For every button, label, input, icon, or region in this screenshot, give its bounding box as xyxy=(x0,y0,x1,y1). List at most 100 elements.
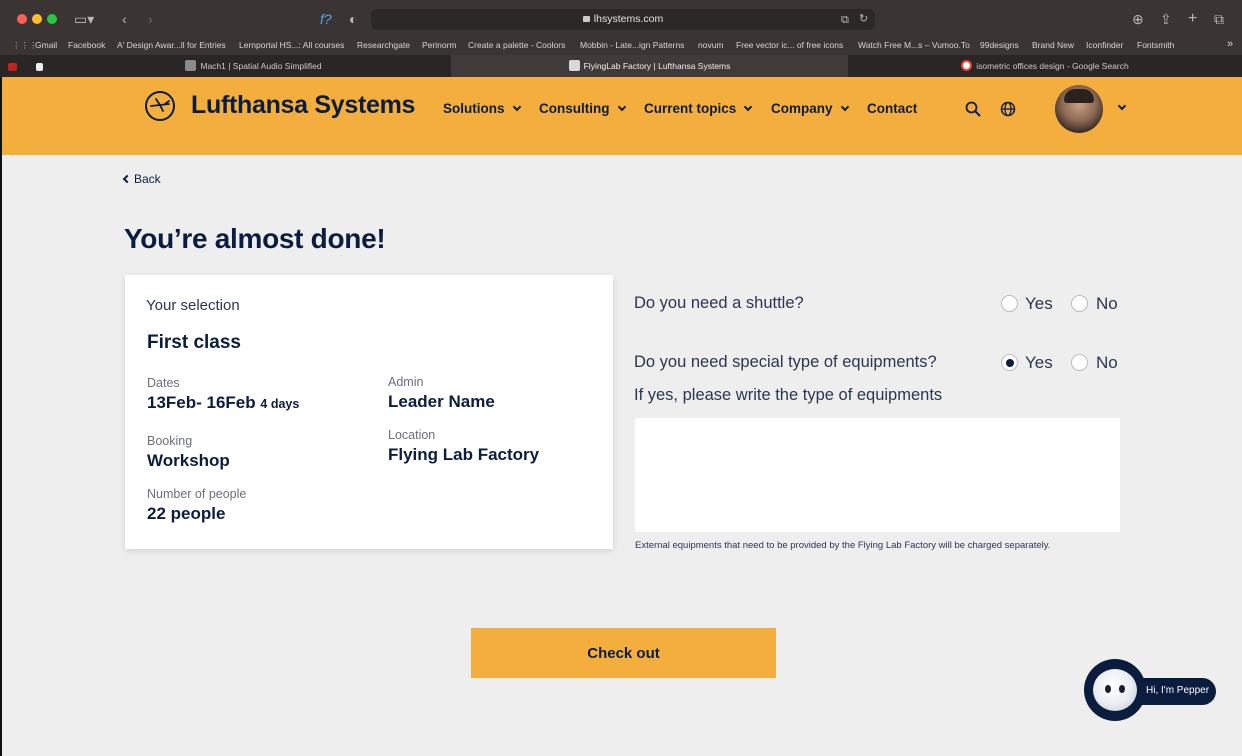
back-link[interactable]: Back xyxy=(122,172,161,186)
shuttle-question: Do you need a shuttle? xyxy=(634,294,804,312)
back-arrow-icon[interactable]: ‹ xyxy=(122,10,127,28)
location-label: Location xyxy=(388,428,436,442)
dates-range: 13Feb- 16Feb xyxy=(147,393,256,412)
bookmarks-bar: ⋮⋮⋮ Gmail Facebook A' Design Awar...ll f… xyxy=(0,38,1242,55)
back-label: Back xyxy=(134,172,161,186)
tab-label: Mach1 | Spatial Audio Simplified xyxy=(200,61,322,71)
share-icon[interactable]: ⇪ xyxy=(1160,10,1172,28)
bookmark-item[interactable]: Create a palette - Coolors xyxy=(468,40,565,50)
forward-arrow-icon[interactable]: › xyxy=(148,10,153,28)
mach1-icon xyxy=(185,60,197,71)
gmail-pinned-tab[interactable] xyxy=(4,55,24,77)
bookmark-item[interactable]: Facebook xyxy=(68,40,105,50)
close-window-button[interactable] xyxy=(17,14,27,24)
flyinglab-icon xyxy=(568,60,580,71)
google-icon xyxy=(961,60,973,71)
checkout-button[interactable]: Check out xyxy=(471,628,776,678)
reload-icon[interactable]: ↻ xyxy=(859,10,868,28)
assistant-label: Hi, I'm Pepper xyxy=(1146,685,1210,696)
equipment-yes-radio[interactable] xyxy=(1001,354,1018,371)
browser-titlebar: ▭▾ ‹ › f? ◐ lhsystems.com ⧉ ↻ ⊕ ⇪ + ⧉ xyxy=(0,0,1242,38)
dates-duration: 4 days xyxy=(260,397,300,411)
bookmark-item[interactable]: Fontsmith xyxy=(1137,40,1174,50)
tab-flyinglab[interactable]: FlyingLab Factory | Lufthansa Systems xyxy=(451,55,848,77)
shield-icon[interactable]: ◐ xyxy=(349,10,357,28)
shuttle-yes-label[interactable]: Yes xyxy=(1025,294,1053,314)
bookmark-item[interactable]: Perinorm xyxy=(422,40,456,50)
nav-company[interactable]: Company xyxy=(771,101,849,116)
tab-google-search[interactable]: isometric offices design - Google Search xyxy=(848,55,1242,77)
admin-label: Admin xyxy=(388,375,424,389)
crane-logo-icon[interactable] xyxy=(145,91,175,121)
bookmark-item[interactable]: Brand New xyxy=(1032,40,1074,50)
selected-class: First class xyxy=(147,332,241,353)
bookmark-item[interactable]: Iconfinder xyxy=(1086,40,1123,50)
nav-consulting[interactable]: Consulting xyxy=(539,101,626,116)
dates-value: 13Feb- 16Feb 4 days xyxy=(147,393,299,413)
translate-icon[interactable]: ⧉ xyxy=(841,11,849,29)
new-tab-icon[interactable]: + xyxy=(1188,10,1197,28)
page-viewport: Lufthansa Systems Solutions Consulting C… xyxy=(2,77,1242,756)
page-title: You’re almost done! xyxy=(124,223,386,254)
nav-solutions[interactable]: Solutions xyxy=(443,101,521,116)
globe-icon[interactable] xyxy=(1000,101,1016,117)
equipment-yes-label[interactable]: Yes xyxy=(1025,353,1053,373)
nav-label: Contact xyxy=(867,101,918,116)
equipment-textarea[interactable] xyxy=(635,418,1120,532)
booking-value: Workshop xyxy=(147,451,230,470)
shuttle-no-radio[interactable] xyxy=(1071,295,1088,312)
nav-contact[interactable]: Contact xyxy=(867,101,917,116)
site-logo[interactable]: Lufthansa Systems xyxy=(191,91,415,120)
address-bar[interactable]: lhsystems.com ⧉ ↻ xyxy=(371,9,875,30)
bookmark-item[interactable]: Researchgate xyxy=(357,40,410,50)
site-header: Lufthansa Systems Solutions Consulting C… xyxy=(2,77,1242,155)
equipment-hint: External equipments that need to be prov… xyxy=(635,540,1051,551)
bookmark-item[interactable]: Mobbin - Late...ign Patterns xyxy=(580,40,684,50)
bookmark-item[interactable]: Lernportal HS...: All courses xyxy=(239,40,344,50)
admin-value: Leader Name xyxy=(388,392,495,411)
shuttle-no-label[interactable]: No xyxy=(1096,294,1118,314)
notion-pinned-tab[interactable] xyxy=(30,55,52,77)
bookmark-item[interactable]: Watch Free M...s – Vumoo.To xyxy=(858,40,970,50)
chevron-left-icon xyxy=(122,174,132,184)
tab-mach1[interactable]: Mach1 | Spatial Audio Simplified xyxy=(56,55,451,77)
dates-label: Dates xyxy=(147,376,180,390)
more-bookmarks-icon[interactable]: » xyxy=(1227,38,1233,50)
tab-label: isometric offices design - Google Search xyxy=(976,61,1129,71)
font-extension-icon[interactable]: f? xyxy=(320,10,332,28)
location-value: Flying Lab Factory xyxy=(388,445,540,464)
nav-label: Current topics xyxy=(644,101,737,116)
bookmark-item[interactable]: A' Design Awar...ll for Entries xyxy=(117,40,226,50)
shuttle-yes-radio[interactable] xyxy=(1001,295,1018,312)
bookmark-item[interactable]: novum xyxy=(698,40,724,50)
pepper-assistant-button[interactable]: Hi, I'm Pepper xyxy=(1084,659,1216,721)
sidebar-toggle-icon[interactable]: ▭▾ xyxy=(74,10,94,28)
equipment-no-label[interactable]: No xyxy=(1096,353,1118,373)
url-text: lhsystems.com xyxy=(593,13,664,25)
apps-grid-icon[interactable]: ⋮⋮⋮ xyxy=(12,40,38,51)
minimize-window-button[interactable] xyxy=(32,14,42,24)
bookmark-item[interactable]: Gmail xyxy=(35,40,57,50)
avatar[interactable] xyxy=(1055,85,1103,133)
booking-label: Booking xyxy=(147,434,193,448)
nav-label: Solutions xyxy=(443,101,505,116)
bookmark-item[interactable]: 99designs xyxy=(980,40,1019,50)
equipment-prompt: If yes, please write the type of equipme… xyxy=(634,386,943,404)
equipment-no-radio[interactable] xyxy=(1071,354,1088,371)
zoom-window-button[interactable] xyxy=(47,14,57,24)
people-value: 22 people xyxy=(147,504,226,523)
gmail-icon xyxy=(7,63,17,71)
lock-icon xyxy=(582,16,590,22)
nav-label: Company xyxy=(771,101,833,116)
selection-card: Your selection First class Dates 13Feb- … xyxy=(125,275,613,549)
bookmark-item[interactable]: Free vector ic... of free icons xyxy=(736,40,843,50)
tab-overview-icon[interactable]: ⧉ xyxy=(1214,10,1224,28)
nav-current-topics[interactable]: Current topics xyxy=(644,101,753,116)
tab-bar: Mach1 | Spatial Audio Simplified FlyingL… xyxy=(0,55,1242,77)
card-heading: Your selection xyxy=(146,297,240,314)
chevron-down-icon[interactable] xyxy=(1117,101,1127,111)
download-icon[interactable]: ⊕ xyxy=(1132,10,1144,28)
people-label: Number of people xyxy=(147,487,247,501)
search-icon[interactable] xyxy=(965,101,981,117)
nav-label: Consulting xyxy=(539,101,610,116)
